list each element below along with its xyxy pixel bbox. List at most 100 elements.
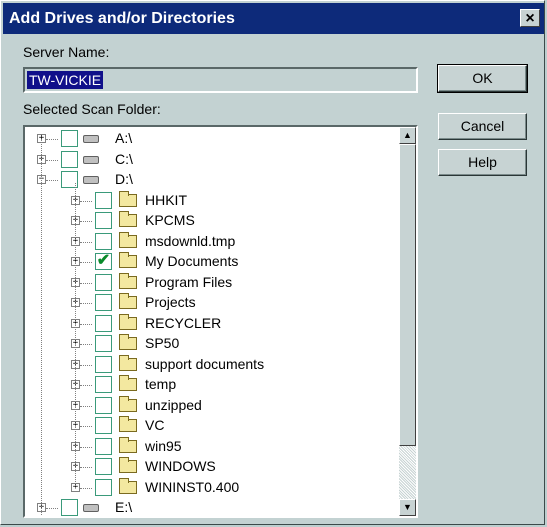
tree-connector [80,201,92,202]
drive-icon [83,135,99,143]
tree-connector [80,467,92,468]
tree-item-label: C:\ [115,151,133,167]
tree-folder-row[interactable]: + msdownld.tmp [25,232,395,252]
tree-connector [80,406,92,407]
checkbox[interactable] [95,376,112,393]
tree-folder-row[interactable]: + ✔ My Documents [25,252,395,272]
tree-connector [80,426,92,427]
tree-item-label: SP50 [145,335,180,351]
tree-connector [80,447,92,448]
folder-icon [119,211,137,227]
checkbox[interactable] [95,315,112,332]
tree-folder-row[interactable]: + HHKIT [25,191,395,211]
checkbox[interactable] [95,192,112,209]
tree-drive-row[interactable]: + E:\ [25,498,395,516]
ok-button[interactable]: OK [437,64,528,93]
scroll-down-button[interactable]: ▼ [399,499,416,516]
close-button[interactable]: × [520,9,540,27]
tree-folder-row[interactable]: + unzipped [25,396,395,416]
folder-tree[interactable]: + A:\ + C:\ − D:\ + HHKIT + KPCMS + msdownld.tmp + ✔ M… [23,125,418,518]
scroll-track[interactable] [399,446,416,499]
tree-connector [80,385,92,386]
tree-folder-row[interactable]: + Projects [25,293,395,313]
tree-connector [46,508,58,509]
tree-folder-row[interactable]: + WINDOWS [25,457,395,477]
checkbox[interactable] [95,479,112,496]
tree-folder-row[interactable]: + WININST0.400 [25,478,395,498]
scroll-up-button[interactable]: ▲ [399,127,416,144]
tree-item-label: msdownld.tmp [145,233,236,249]
tree-item-label: D:\ [115,171,133,187]
help-label: Help [468,154,497,170]
checkbox[interactable] [95,233,112,250]
title-bar[interactable]: Add Drives and/or Directories × [3,3,544,34]
window-title: Add Drives and/or Directories [9,10,235,27]
drive-icon [83,156,99,164]
checkbox[interactable] [95,438,112,455]
tree-item-label: VC [145,417,165,433]
folder-icon [119,293,137,309]
help-button[interactable]: Help [438,149,527,176]
tree-item-label: support documents [145,356,265,372]
tree-item-label: temp [145,376,177,392]
tree-connector [80,324,92,325]
tree-item-label: HHKIT [145,192,187,208]
checkbox[interactable] [61,130,78,147]
checkbox[interactable] [61,499,78,516]
tree-drive-row[interactable]: + A:\ [25,129,395,149]
checkbox[interactable]: ✔ [95,253,112,270]
tree-folder-row[interactable]: + support documents [25,355,395,375]
checkbox[interactable] [95,397,112,414]
checkbox[interactable] [95,335,112,352]
tree-connector [80,365,92,366]
folder-icon [119,314,137,330]
tree-item-label: A:\ [115,130,133,146]
folder-icon [119,232,137,248]
tree-connector [80,242,92,243]
tree-drive-row[interactable]: + C:\ [25,150,395,170]
tree-folder-row[interactable]: + SP50 [25,334,395,354]
tree-folder-row[interactable]: + VC [25,416,395,436]
tree-connector [80,283,92,284]
tree-connector [80,303,92,304]
add-drives-dialog: Add Drives and/or Directories × Server N… [0,0,545,525]
tree-connector [75,183,76,488]
folder-icon [119,252,137,268]
tree-folder-row[interactable]: + Program Files [25,273,395,293]
server-name-value: TW-VICKIE [27,71,104,89]
tree-drive-row[interactable]: − D:\ [25,170,395,190]
tree-item-label: RECYCLER [145,315,222,331]
tree-item-label: Projects [145,294,196,310]
checkbox[interactable] [95,458,112,475]
server-name-field[interactable]: TW-VICKIE [23,67,418,93]
server-name-label: Server Name: [23,44,110,60]
cancel-button[interactable]: Cancel [438,113,527,140]
tree-connector [80,262,92,263]
tree-folder-row[interactable]: + KPCMS [25,211,395,231]
tree-folder-row[interactable]: + RECYCLER [25,314,395,334]
scan-folder-label: Selected Scan Folder: [23,101,161,117]
checkbox[interactable] [95,356,112,373]
folder-icon [119,355,137,371]
vertical-scrollbar[interactable]: ▲ ▼ [399,127,416,516]
tree-connector [46,139,58,140]
tree-item-label: win95 [145,438,182,454]
tree-item-label: Program Files [145,274,233,290]
tree-connector [41,139,42,516]
tree-connector [46,180,58,181]
folder-icon [119,334,137,350]
drive-icon [83,504,99,512]
checkbox[interactable] [95,274,112,291]
checkbox[interactable] [61,151,78,168]
tree-connector [80,488,92,489]
drive-icon [83,176,99,184]
tree-item-label: WININST0.400 [145,479,240,495]
checkbox[interactable] [95,417,112,434]
tree-folder-row[interactable]: + temp [25,375,395,395]
checkbox[interactable] [95,294,112,311]
checkbox[interactable] [95,212,112,229]
scroll-thumb[interactable] [399,144,416,446]
tree-connector [80,344,92,345]
tree-folder-row[interactable]: + win95 [25,437,395,457]
folder-icon [119,437,137,453]
